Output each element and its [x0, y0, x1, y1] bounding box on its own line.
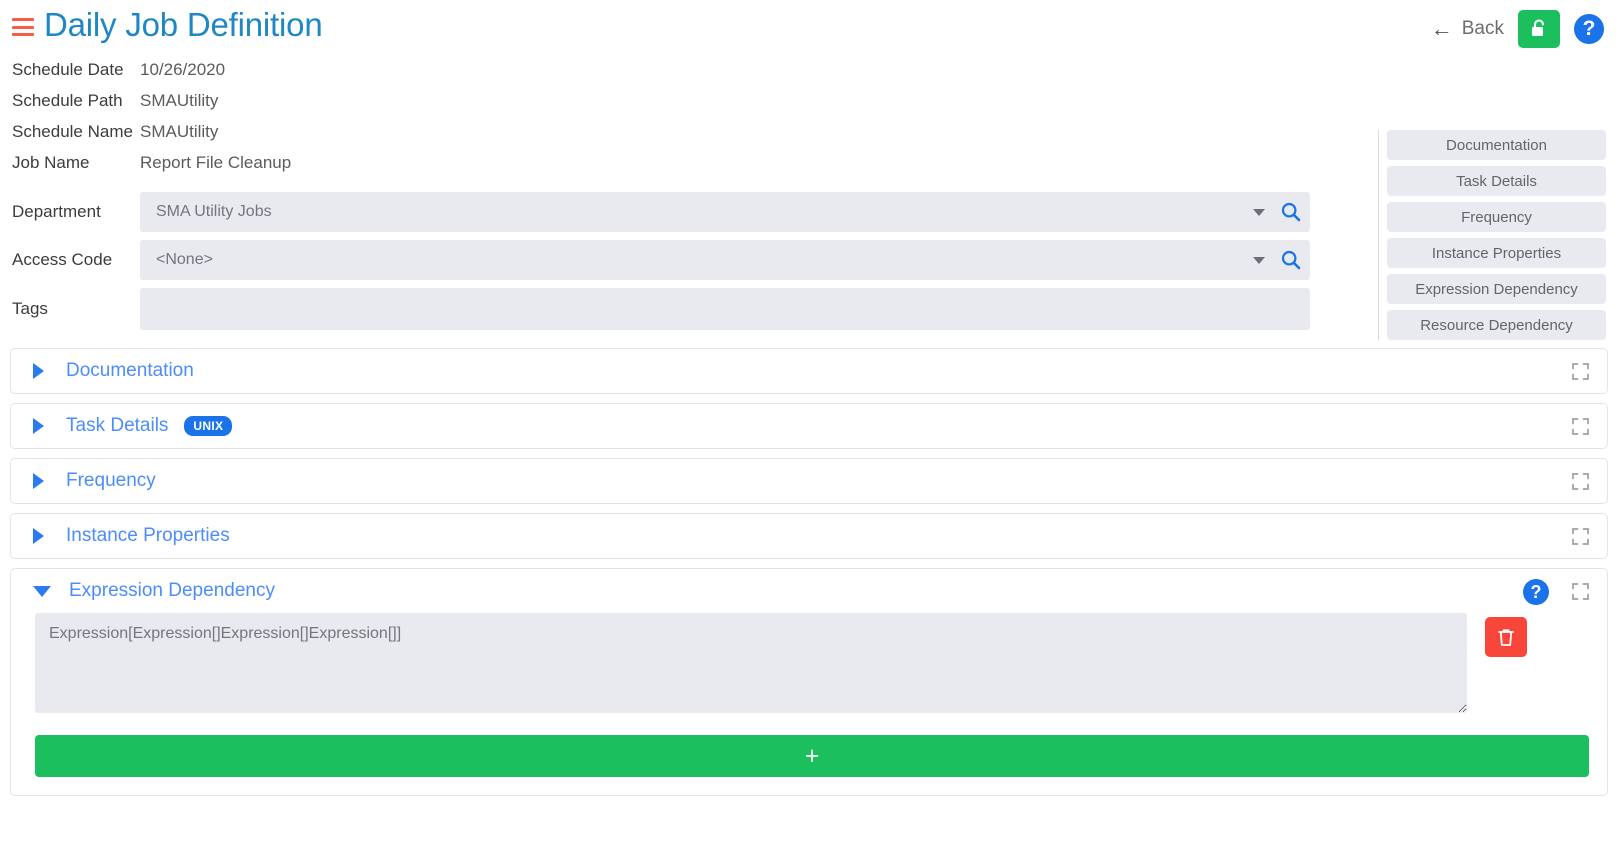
nav-button-instance-properties[interactable]: Instance Properties — [1387, 238, 1606, 268]
section-header-instance-properties[interactable]: Instance Properties — [11, 514, 1607, 558]
expression-textarea[interactable] — [35, 613, 1467, 713]
section-header-documentation[interactable]: Documentation — [11, 349, 1607, 393]
unlock-button[interactable] — [1518, 10, 1560, 48]
nav-button-task-details[interactable]: Task Details — [1387, 166, 1606, 196]
access-code-select[interactable]: <None> — [140, 240, 1310, 280]
unlock-icon — [1532, 19, 1545, 36]
page-title: Daily Job Definition — [44, 6, 323, 43]
section-title: Instance Properties — [66, 525, 230, 546]
header-actions: ← Back ? — [1431, 10, 1604, 48]
chevron-right-icon[interactable] — [33, 473, 44, 489]
section-instance-properties: Instance Properties — [10, 513, 1608, 559]
help-button[interactable]: ? — [1574, 14, 1604, 44]
search-icon[interactable] — [1280, 249, 1302, 271]
section-frequency: Frequency — [10, 458, 1608, 504]
delete-expression-button[interactable] — [1485, 617, 1527, 657]
info-label: Schedule Date — [12, 60, 124, 79]
department-label: Department — [12, 202, 101, 221]
info-value: SMAUtility — [140, 122, 219, 141]
fullscreen-icon[interactable] — [1572, 363, 1589, 380]
arrow-left-icon: ← — [1430, 16, 1453, 41]
access-code-label: Access Code — [12, 250, 113, 269]
section-header-expression-dependency[interactable]: Expression Dependency — [11, 569, 1607, 613]
hamburger-bar — [12, 18, 34, 21]
tags-input[interactable] — [140, 288, 1310, 330]
job-info-area: Schedule Date 10/26/2020 Schedule Path S… — [0, 60, 1618, 340]
info-label: Schedule Name — [12, 122, 133, 141]
status-badge: UNIX — [184, 416, 233, 436]
section-title: Documentation — [66, 360, 194, 381]
nav-button-expression-dependency[interactable]: Expression Dependency — [1387, 274, 1606, 304]
search-icon[interactable] — [1280, 201, 1302, 223]
info-row-schedule-date: Schedule Date 10/26/2020 — [12, 60, 1618, 91]
fullscreen-icon[interactable] — [1572, 418, 1589, 435]
hamburger-bar — [12, 25, 34, 29]
info-row-schedule-path: Schedule Path SMAUtility — [12, 91, 1618, 122]
section-title: Frequency — [66, 470, 156, 491]
nav-button-frequency[interactable]: Frequency — [1387, 202, 1606, 232]
section-title: Task Details — [66, 415, 169, 436]
hamburger-icon[interactable] — [12, 18, 34, 36]
fullscreen-icon[interactable] — [1572, 528, 1589, 545]
section-header-task-details[interactable]: Task Details UNIX — [11, 404, 1607, 448]
trash-icon — [1498, 628, 1514, 646]
expression-body: + — [11, 613, 1607, 795]
access-code-value: <None> — [156, 251, 213, 268]
chevron-down-icon[interactable] — [33, 585, 51, 597]
info-value: SMAUtility — [140, 91, 219, 110]
nav-button-resource-dependency[interactable]: Resource Dependency — [1387, 310, 1606, 340]
nav-button-documentation[interactable]: Documentation — [1387, 130, 1606, 160]
info-label: Schedule Path — [12, 91, 123, 110]
sections-list: Documentation Task Details UNIX Frequenc… — [10, 348, 1608, 796]
chevron-down-icon[interactable] — [1253, 208, 1265, 216]
back-button[interactable]: ← Back — [1431, 18, 1504, 40]
tags-label: Tags — [12, 299, 48, 318]
section-help-button[interactable]: ? — [1523, 579, 1549, 605]
info-value: Report File Cleanup — [140, 153, 292, 172]
section-title: Expression Dependency — [69, 580, 275, 601]
department-value: SMA Utility Jobs — [156, 203, 272, 220]
section-nav: Documentation Task Details Frequency Ins… — [1378, 130, 1606, 340]
chevron-down-icon[interactable] — [1253, 256, 1265, 264]
section-task-details: Task Details UNIX — [10, 403, 1608, 449]
expression-row — [35, 613, 1589, 713]
section-expression-dependency: Expression Dependency ? + — [10, 568, 1608, 796]
info-value: 10/26/2020 — [140, 60, 226, 79]
hamburger-bar — [12, 33, 34, 36]
info-label: Job Name — [12, 153, 90, 172]
section-documentation: Documentation — [10, 348, 1608, 394]
chevron-right-icon[interactable] — [33, 418, 44, 434]
fullscreen-icon[interactable] — [1572, 583, 1589, 600]
section-header-frequency[interactable]: Frequency — [11, 459, 1607, 503]
page-header: Daily Job Definition ← Back ? — [0, 0, 1618, 60]
add-expression-button[interactable]: + — [35, 735, 1589, 777]
chevron-right-icon[interactable] — [33, 528, 44, 544]
fullscreen-icon[interactable] — [1572, 473, 1589, 490]
back-button-label: Back — [1461, 18, 1504, 39]
chevron-right-icon[interactable] — [33, 363, 44, 379]
department-select[interactable]: SMA Utility Jobs — [140, 192, 1310, 232]
